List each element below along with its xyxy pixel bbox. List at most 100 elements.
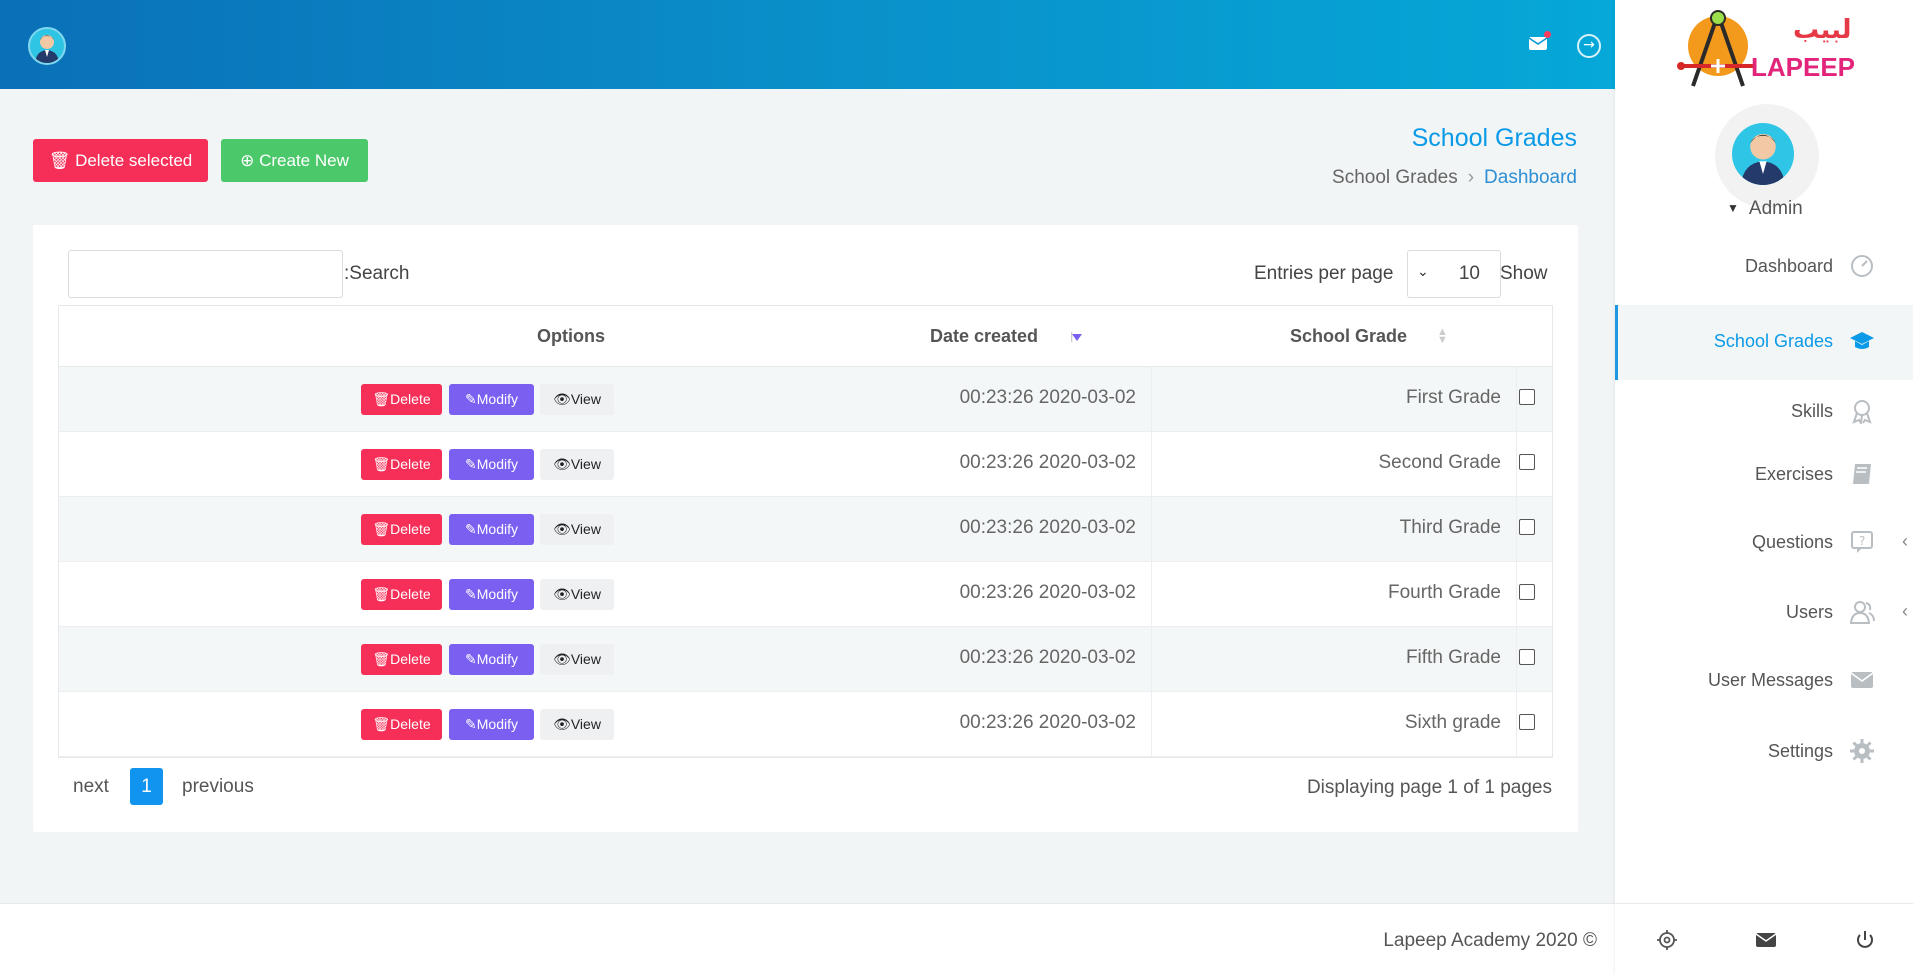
view-label: View: [570, 716, 601, 732]
header-school-grade[interactable]: School Grade ▲ ▼: [1290, 326, 1448, 347]
mail-icon[interactable]: [1528, 31, 1551, 51]
row-delete-button[interactable]: 🗑Delete: [361, 709, 442, 740]
breadcrumb: School Grades › Dashboard: [1332, 167, 1577, 189]
trash-icon: 🗑: [372, 456, 391, 472]
row-delete-button[interactable]: 🗑Delete: [361, 514, 442, 545]
row-modify-button[interactable]: ✎Modify: [449, 514, 534, 545]
pagination-next[interactable]: next: [73, 776, 109, 798]
delete-label: Delete: [390, 391, 431, 407]
svg-text:?: ?: [1859, 534, 1865, 548]
top-header: →: [0, 0, 1615, 89]
gear-icon: [1850, 739, 1874, 763]
edit-icon: ✎: [465, 391, 477, 407]
user-name: Admin: [1748, 198, 1803, 219]
grades-table: Options Date created School Grade ▲ ▼ 🗑De…: [58, 305, 1553, 758]
table-row: 🗑Delete ✎Modify 👁View 00:23:26 2020-03-0…: [59, 562, 1552, 627]
view-label: View: [570, 651, 601, 667]
profile-avatar[interactable]: [1715, 104, 1819, 208]
book-icon: [1853, 464, 1871, 484]
row-modify-button[interactable]: ✎Modify: [449, 449, 534, 480]
table-row: 🗑Delete ✎Modify 👁View 00:23:26 2020-03-0…: [59, 692, 1552, 757]
dashboard-icon: [1851, 255, 1873, 277]
power-icon[interactable]: [1853, 928, 1877, 952]
sidebar-item-label: Dashboard: [1744, 256, 1833, 276]
sidebar-bottom-bar: [1615, 903, 1913, 975]
create-new-button[interactable]: ⊕ Create New: [221, 139, 368, 182]
trash-icon: 🗑: [372, 391, 391, 407]
table-row: 🗑Delete ✎Modify 👁View 00:23:26 2020-03-0…: [59, 367, 1552, 432]
users-icon: [1849, 601, 1875, 624]
row-view-button[interactable]: 👁View: [540, 644, 614, 675]
pagination-summary: Displaying page 1 of 1 pages: [1306, 777, 1552, 798]
pagination-previous[interactable]: previous: [182, 776, 254, 798]
eye-icon: 👁: [553, 586, 571, 602]
row-view-button[interactable]: 👁View: [540, 384, 614, 415]
pagination-page-current[interactable]: 1: [130, 768, 163, 805]
row-checkbox[interactable]: [1519, 714, 1535, 730]
copyright-text: Lapeep Academy 2020 ©: [1383, 930, 1597, 951]
grades-card: :Search Entries per page ⌄ 10 Show Optio…: [33, 225, 1578, 832]
create-new-label: Create New: [259, 150, 349, 170]
show-label: Show: [1500, 263, 1548, 284]
row-checkbox[interactable]: [1519, 649, 1535, 665]
cell-date: 00:23:26 2020-03-02: [959, 387, 1136, 408]
row-checkbox[interactable]: [1519, 389, 1535, 405]
row-modify-button[interactable]: ✎Modify: [449, 384, 534, 415]
row-checkbox[interactable]: [1519, 584, 1535, 600]
sidebar-item-label: Users: [1785, 602, 1833, 622]
edit-icon: ✎: [465, 586, 477, 602]
row-view-button[interactable]: 👁View: [540, 579, 614, 610]
edit-icon: ✎: [465, 651, 477, 667]
question-icon: ?: [1851, 531, 1873, 553]
lapeep-logo[interactable]: LAPEEP لبيب: [1673, 4, 1873, 90]
cell-date: 00:23:26 2020-03-02: [959, 712, 1136, 733]
row-delete-button[interactable]: 🗑Delete: [361, 579, 442, 610]
chevron-right-icon: ›: [1467, 167, 1475, 188]
header-date-label: Date created: [930, 326, 1039, 346]
eye-icon: 👁: [553, 456, 571, 472]
breadcrumb-item[interactable]: Dashboard: [1484, 167, 1577, 188]
logo-arabic-text: لبيب: [1793, 15, 1852, 45]
edit-icon: ✎: [465, 521, 477, 537]
delete-label: Delete: [390, 456, 431, 472]
row-view-button[interactable]: 👁View: [540, 709, 614, 740]
view-label: View: [570, 456, 601, 472]
user-avatar[interactable]: [28, 27, 66, 65]
notification-dot: [1544, 31, 1551, 38]
header-options: Options: [537, 326, 605, 346]
mail-icon[interactable]: [1754, 928, 1778, 952]
search-input[interactable]: [68, 250, 343, 298]
logo-text: LAPEEP: [1751, 52, 1855, 82]
view-label: View: [570, 521, 601, 537]
caret-down-icon: ▼: [1727, 201, 1739, 215]
row-checkbox[interactable]: [1519, 454, 1535, 470]
table-row: 🗑Delete ✎Modify 👁View 00:23:26 2020-03-0…: [59, 497, 1552, 562]
row-view-button[interactable]: 👁View: [540, 514, 614, 545]
entries-label: Entries per page: [1254, 263, 1394, 284]
row-modify-button[interactable]: ✎Modify: [449, 644, 534, 675]
header-grade-label: School Grade: [1290, 326, 1408, 346]
row-delete-button[interactable]: 🗑Delete: [361, 644, 442, 675]
row-modify-button[interactable]: ✎Modify: [449, 579, 534, 610]
header-date-created[interactable]: Date created: [930, 326, 1082, 347]
delete-selected-button[interactable]: 🗑 Delete selected: [33, 139, 208, 182]
user-menu[interactable]: ▼ Admin: [1727, 198, 1803, 220]
entries-per-page-select[interactable]: ⌄ 10: [1407, 250, 1501, 298]
graduation-cap-icon: [1850, 332, 1874, 349]
breadcrumb-item[interactable]: School Grades: [1332, 167, 1458, 188]
chevron-left-icon: ‹: [1902, 531, 1908, 551]
modify-label: Modify: [476, 521, 518, 537]
delete-selected-label: Delete selected: [75, 150, 193, 170]
row-modify-button[interactable]: ✎Modify: [449, 709, 534, 740]
row-checkbox[interactable]: [1519, 519, 1535, 535]
row-view-button[interactable]: 👁View: [540, 449, 614, 480]
sidebar-item-label: Skills: [1790, 401, 1833, 421]
page-title: School Grades: [1411, 124, 1577, 152]
row-delete-button[interactable]: 🗑Delete: [361, 449, 442, 480]
logout-icon[interactable]: →: [1577, 34, 1601, 58]
settings-icon[interactable]: [1655, 928, 1679, 952]
modify-label: Modify: [476, 391, 518, 407]
sidebar-item-label: Settings: [1767, 741, 1833, 761]
row-delete-button[interactable]: 🗑Delete: [361, 384, 442, 415]
award-icon: [1852, 400, 1872, 424]
